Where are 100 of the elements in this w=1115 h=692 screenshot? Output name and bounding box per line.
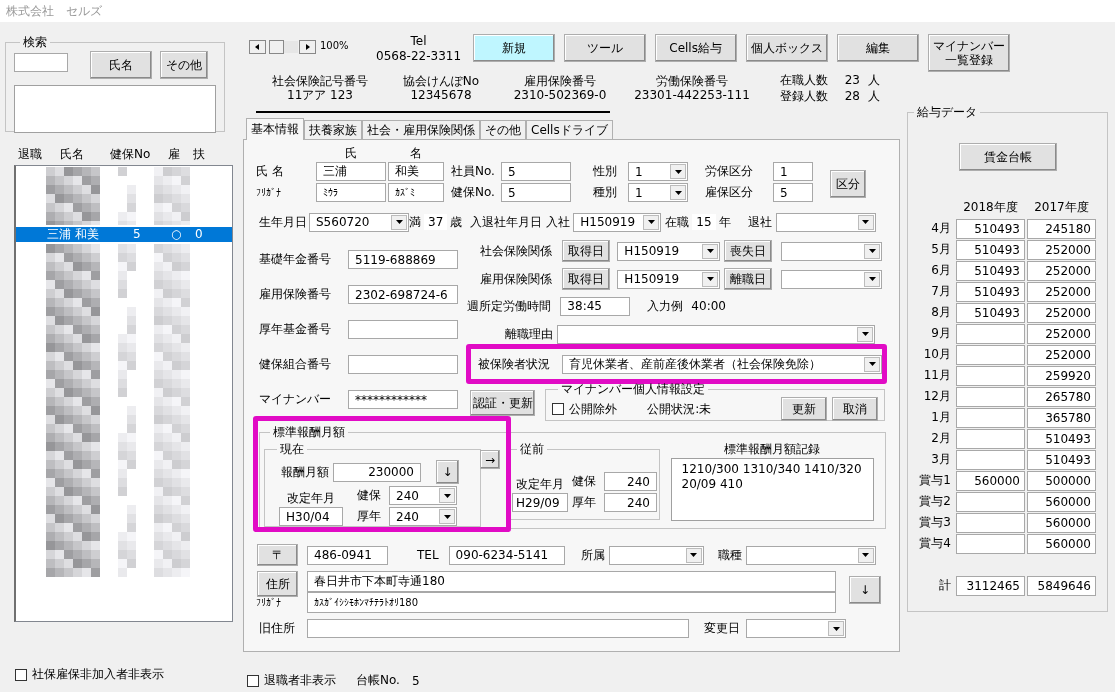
amount-field[interactable]: 252000 (1027, 281, 1096, 302)
total-field[interactable]: 5849646 (1027, 575, 1096, 596)
total-field[interactable]: 3112465 (956, 575, 1025, 596)
amount-field[interactable]: 365780 (1027, 407, 1096, 428)
text-field[interactable]: 38:45 (560, 296, 631, 316)
verify-update-button[interactable]: 認証・更新 (470, 390, 536, 416)
copy-right-button[interactable]: → (480, 450, 500, 469)
tools-button[interactable]: ツール (563, 34, 646, 62)
copy-down-button[interactable]: ↓ (436, 460, 459, 484)
text-field[interactable]: 春日井市下本町寺通180 (307, 571, 836, 592)
dropdown-field[interactable] (775, 212, 876, 232)
text-field[interactable]: 5119-688869 (348, 250, 458, 269)
edit-button[interactable]: 編集 (836, 34, 919, 62)
acquisition-date-button[interactable]: 取得日 (562, 240, 611, 262)
address-lookup-button[interactable]: 住所 (257, 571, 298, 597)
dropdown-field[interactable] (745, 545, 876, 565)
dropdown-field[interactable] (746, 619, 846, 638)
amount-field[interactable] (956, 407, 1025, 428)
name-search-button[interactable]: 氏名 (90, 51, 152, 79)
amount-field[interactable]: 510493 (956, 260, 1025, 281)
amount-field[interactable]: 560000 (956, 470, 1025, 491)
text-field[interactable]: ｶｽﾞﾐ (388, 183, 444, 202)
text-field[interactable] (348, 355, 458, 374)
tab[interactable]: Cellsドライブ (526, 120, 613, 139)
amount-field[interactable]: 500000 (1027, 470, 1096, 491)
amount-field[interactable]: 252000 (1027, 323, 1096, 344)
amount-field[interactable]: 560000 (1027, 533, 1096, 554)
text-field[interactable]: ｶｽｶﾞｲｼｼﾓﾎﾝﾏﾁﾃﾗﾄｵﾘ180 (307, 592, 836, 613)
amount-field[interactable] (956, 365, 1025, 386)
text-field[interactable]: H29/09 (512, 493, 568, 512)
amount-field[interactable] (956, 428, 1025, 449)
amount-field[interactable]: 252000 (1027, 302, 1096, 323)
cancel-button[interactable]: 取消 (832, 397, 879, 421)
text-field[interactable]: 5 (501, 183, 571, 202)
text-field[interactable] (307, 619, 689, 638)
amount-field[interactable]: 265780 (1027, 386, 1096, 407)
text-field[interactable]: ************ (348, 390, 458, 409)
amount-field[interactable]: 510493 (956, 239, 1025, 260)
loss-date-button[interactable]: 喪失日 (724, 240, 773, 262)
text-field[interactable]: 230000 (333, 462, 421, 482)
tab[interactable]: 基本情報 (246, 118, 304, 140)
text-field[interactable] (348, 320, 458, 339)
text-field[interactable]: 三浦 (316, 162, 386, 181)
dropdown-field[interactable] (557, 324, 876, 344)
amount-field[interactable] (956, 491, 1025, 512)
amount-field[interactable]: 510493 (956, 281, 1025, 302)
checkbox[interactable] (15, 668, 27, 681)
dropdown-field[interactable] (608, 545, 704, 565)
dropdown-field[interactable]: 1 (628, 183, 688, 202)
amount-field[interactable]: 510493 (1027, 428, 1096, 449)
dropdown-field[interactable]: H150919 (617, 269, 721, 289)
dropdown-field[interactable]: 育児休業者、産前産後休業者（社会保険免除） (562, 354, 883, 374)
mynumber-list-button[interactable]: マイナンバー一覧登録 (927, 34, 1010, 72)
amount-field[interactable] (956, 323, 1025, 344)
text-field[interactable]: 2302-698724-6 (348, 285, 458, 304)
zoom-scrollbar[interactable] (249, 40, 316, 54)
dropdown-field[interactable]: H150919 (573, 212, 662, 232)
text-field[interactable]: 240 (604, 472, 657, 491)
dropdown-field[interactable]: S560720 (309, 212, 409, 232)
amount-field[interactable]: 560000 (1027, 512, 1096, 533)
amount-field[interactable] (956, 386, 1025, 407)
amount-field[interactable]: 245180 (1027, 218, 1096, 239)
amount-field[interactable]: 510493 (956, 218, 1025, 239)
new-button[interactable]: 新規 (472, 34, 555, 62)
dropdown-field[interactable] (781, 241, 883, 261)
amount-field[interactable]: 252000 (1027, 239, 1096, 260)
dropdown-field[interactable]: 240 (389, 507, 457, 526)
dropdown-field[interactable]: H150919 (617, 241, 721, 261)
text-field[interactable]: 5 (773, 183, 813, 202)
other-search-button[interactable]: その他 (160, 51, 208, 79)
text-field[interactable]: 和美 (388, 162, 444, 181)
dropdown-field[interactable]: 240 (389, 486, 457, 505)
search-field[interactable] (14, 53, 68, 72)
payroll-button[interactable]: Cells給与 (654, 34, 737, 62)
tab[interactable]: その他 (480, 120, 526, 139)
text-field[interactable]: 090-6234-5141 (448, 545, 565, 565)
update-button[interactable]: 更新 (781, 397, 828, 421)
amount-field[interactable] (956, 449, 1025, 470)
wage-ledger-button[interactable]: 賃金台帳 (958, 143, 1057, 171)
checkbox[interactable] (247, 674, 259, 687)
text-field[interactable]: 1 (773, 162, 813, 181)
amount-field[interactable]: 259920 (1027, 365, 1096, 386)
amount-field[interactable] (956, 344, 1025, 365)
amount-field[interactable]: 510493 (1027, 449, 1096, 470)
division-button[interactable]: 区分 (830, 170, 866, 198)
dropdown-field[interactable]: 1 (628, 162, 688, 181)
postal-lookup-button[interactable]: 〒 (257, 544, 298, 566)
personal-box-button[interactable]: 個人ボックス (745, 34, 828, 62)
amount-field[interactable]: 510493 (956, 302, 1025, 323)
text-field[interactable]: 486-0941 (307, 545, 388, 565)
dropdown-field[interactable] (781, 269, 883, 289)
text-field[interactable]: ﾐｳﾗ (316, 183, 386, 202)
text-field[interactable]: H30/04 (279, 507, 343, 526)
amount-field[interactable]: 560000 (1027, 491, 1096, 512)
tab[interactable]: 扶養家族 (304, 120, 362, 139)
amount-field[interactable] (956, 512, 1025, 533)
text-field[interactable]: 240 (604, 493, 657, 512)
tab[interactable]: 社会・雇用保険関係 (362, 120, 480, 139)
amount-field[interactable]: 252000 (1027, 260, 1096, 281)
loss-date-button[interactable]: 離職日 (724, 268, 773, 290)
